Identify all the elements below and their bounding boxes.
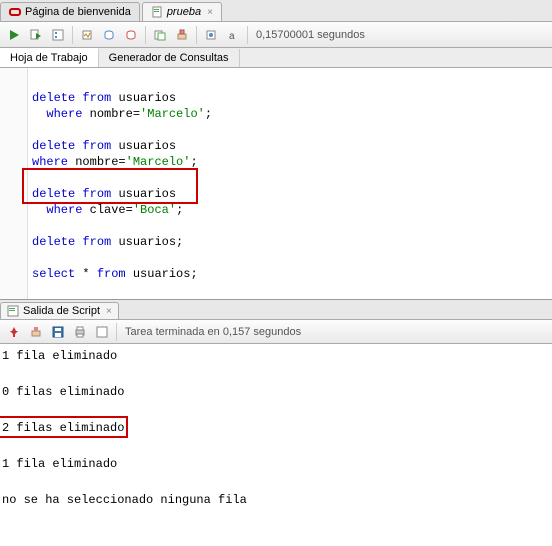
ident: clave= bbox=[90, 203, 133, 217]
string-literal: 'Marcelo' bbox=[140, 107, 205, 121]
output-line: 1 fila eliminado bbox=[2, 348, 550, 364]
output-line: 0 filas eliminado bbox=[2, 384, 550, 400]
tab-prueba[interactable]: prueba × bbox=[142, 2, 222, 21]
separator bbox=[196, 26, 197, 44]
star: * bbox=[82, 267, 89, 281]
pin-button[interactable] bbox=[4, 322, 24, 342]
close-icon[interactable]: × bbox=[207, 7, 213, 18]
separator bbox=[72, 26, 73, 44]
kw-delete: delete bbox=[32, 235, 75, 249]
semicolon: ; bbox=[190, 155, 197, 169]
subtab-worksheet[interactable]: Hoja de Trabajo bbox=[0, 48, 99, 67]
clear-output-button[interactable] bbox=[26, 322, 46, 342]
output-line: 1 fila eliminado bbox=[2, 456, 550, 472]
output-toolbar: Tarea terminada en 0,157 segundos bbox=[0, 320, 552, 344]
run-script-button[interactable] bbox=[26, 25, 46, 45]
semicolon: ; bbox=[205, 107, 212, 121]
kw-from: from bbox=[82, 187, 111, 201]
output-line: no se ha seleccionado ninguna fila bbox=[2, 492, 550, 508]
string-literal: 'Boca' bbox=[133, 203, 176, 217]
separator bbox=[145, 26, 146, 44]
sql-history-button[interactable] bbox=[201, 25, 221, 45]
ident: nombre= bbox=[90, 107, 140, 121]
script-output[interactable]: 1 fila eliminado 0 filas eliminado 2 fil… bbox=[0, 344, 552, 546]
output-line: 2 filas eliminado bbox=[2, 420, 550, 436]
toolbar-status: 0,15700001 segundos bbox=[256, 29, 365, 41]
kw-from: from bbox=[82, 139, 111, 153]
separator bbox=[116, 323, 117, 341]
rollback-button[interactable] bbox=[121, 25, 141, 45]
kw-where: where bbox=[46, 107, 82, 121]
output-tabbar: Salida de Script × bbox=[0, 300, 552, 320]
script-output-icon bbox=[7, 305, 19, 317]
clear-button[interactable] bbox=[172, 25, 192, 45]
task-button[interactable] bbox=[92, 322, 112, 342]
file-tabbar: Página de bienvenida prueba × bbox=[0, 0, 552, 22]
unshared-button[interactable] bbox=[150, 25, 170, 45]
run-button[interactable] bbox=[4, 25, 24, 45]
worksheet-subtabs: Hoja de Trabajo Generador de Consultas bbox=[0, 48, 552, 68]
semicolon: ; bbox=[176, 203, 183, 217]
ident: usuarios bbox=[118, 139, 176, 153]
editor-gutter bbox=[0, 68, 28, 299]
to-upper-button[interactable]: a bbox=[223, 25, 243, 45]
ident: usuarios; bbox=[133, 267, 198, 281]
save-output-button[interactable] bbox=[48, 322, 68, 342]
kw-delete: delete bbox=[32, 91, 75, 105]
close-icon[interactable]: × bbox=[106, 306, 112, 317]
output-tab-label: Salida de Script bbox=[23, 305, 100, 317]
sql-file-icon bbox=[151, 6, 163, 18]
print-output-button[interactable] bbox=[70, 322, 90, 342]
svg-text:a: a bbox=[229, 31, 235, 41]
output-status: Tarea terminada en 0,157 segundos bbox=[125, 326, 301, 338]
tab-label: prueba bbox=[167, 6, 201, 18]
kw-select: select bbox=[32, 267, 75, 281]
kw-where: where bbox=[46, 203, 82, 217]
kw-from: from bbox=[97, 267, 126, 281]
separator bbox=[247, 26, 248, 44]
tab-script-output[interactable]: Salida de Script × bbox=[0, 302, 119, 319]
kw-from: from bbox=[82, 91, 111, 105]
sql-editor: delete from usuarios where nombre='Marce… bbox=[0, 68, 552, 300]
autotrace-button[interactable] bbox=[77, 25, 97, 45]
tab-welcome[interactable]: Página de bienvenida bbox=[0, 2, 140, 21]
editor-content[interactable]: delete from usuarios where nombre='Marce… bbox=[28, 68, 552, 299]
tab-label: Página de bienvenida bbox=[25, 6, 131, 18]
ident: usuarios; bbox=[118, 235, 183, 249]
ident: usuarios bbox=[118, 91, 176, 105]
ident: usuarios bbox=[118, 187, 176, 201]
subtab-querybuilder[interactable]: Generador de Consultas bbox=[99, 49, 240, 67]
kw-where: where bbox=[32, 155, 68, 169]
ident: nombre= bbox=[75, 155, 125, 169]
main-toolbar: a 0,15700001 segundos bbox=[0, 22, 552, 48]
kw-delete: delete bbox=[32, 187, 75, 201]
commit-button[interactable] bbox=[99, 25, 119, 45]
string-literal: 'Marcelo' bbox=[126, 155, 191, 169]
kw-delete: delete bbox=[32, 139, 75, 153]
explain-plan-button[interactable] bbox=[48, 25, 68, 45]
kw-from: from bbox=[82, 235, 111, 249]
oracle-icon bbox=[9, 6, 21, 18]
